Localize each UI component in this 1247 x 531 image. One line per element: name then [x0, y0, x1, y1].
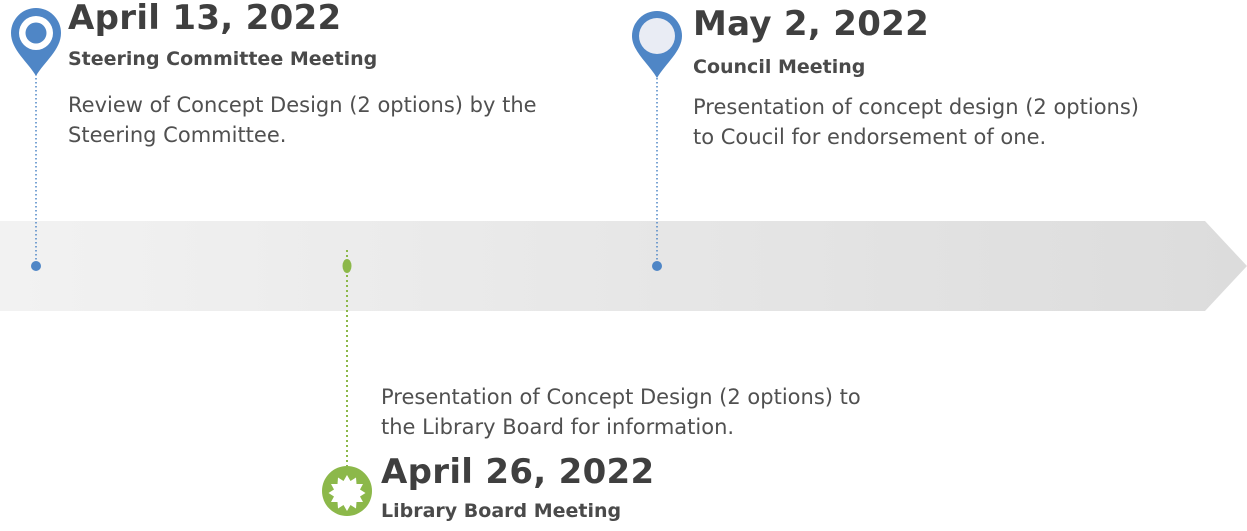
event-1-date: April 13, 2022: [68, 0, 342, 38]
event-2-title: Council Meeting: [693, 56, 866, 78]
event-3-title: Library Board Meeting: [381, 500, 622, 522]
event-3-dot: [342, 259, 352, 273]
event-1-title: Steering Committee Meeting: [68, 48, 378, 70]
event-2-date: May 2, 2022: [693, 4, 930, 44]
event-3-description: Presentation of Concept Design (2 option…: [381, 385, 861, 439]
event-3-date: April 26, 2022: [381, 452, 655, 492]
map-pin-icon: [632, 11, 682, 78]
map-pin-icon: [11, 8, 61, 76]
event-2-dot: [652, 261, 662, 271]
starburst-badge-icon: [322, 466, 372, 516]
timeline-arrow-shape: [0, 221, 1247, 311]
event-2-description: Presentation of concept design (2 option…: [693, 95, 1139, 149]
event-1-description: Review of Concept Design (2 options) by …: [68, 93, 537, 147]
event-1-dot: [31, 261, 41, 271]
